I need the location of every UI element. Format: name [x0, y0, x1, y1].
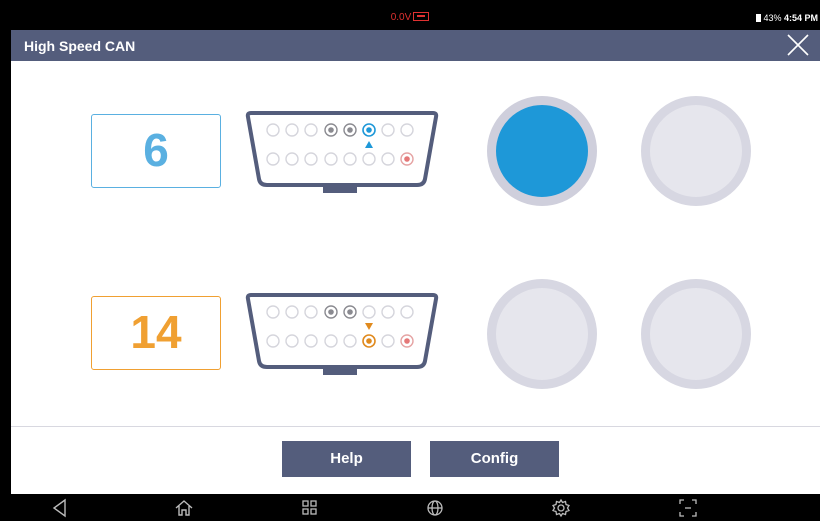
- voltage-value: 0.0V: [390, 12, 412, 23]
- signal-led-pin-14-low: [641, 279, 751, 389]
- obd-connector-pin-6: [245, 111, 439, 193]
- battery-icon: [756, 14, 762, 22]
- close-icon[interactable]: [786, 33, 810, 57]
- config-button[interactable]: Config: [430, 441, 559, 477]
- pin-number-6: 6: [91, 114, 221, 188]
- main-panel: 6 14 Help Config: [11, 61, 820, 494]
- home-icon[interactable]: [174, 498, 194, 518]
- system-tray: 43% 4:54 PM: [756, 13, 818, 23]
- battery-percent: 43%: [763, 13, 782, 23]
- obd-connector-pin-14: [245, 293, 439, 375]
- signal-led-pin-14-high: [487, 279, 597, 389]
- settings-icon[interactable]: [551, 498, 571, 518]
- window-title: High Speed CAN: [24, 38, 136, 54]
- browser-icon[interactable]: [425, 498, 445, 518]
- android-nav-bar: [0, 494, 820, 521]
- signal-led-pin-6-low: [641, 96, 751, 206]
- pin-number-14: 14: [91, 296, 221, 370]
- signal-led-pin-6-high: [487, 96, 597, 206]
- back-icon[interactable]: [50, 498, 70, 518]
- clock: 4:54 PM: [783, 13, 818, 23]
- divider: [11, 426, 820, 427]
- title-bar: High Speed CAN: [11, 30, 820, 61]
- screenshot-icon[interactable]: [678, 498, 698, 518]
- help-button[interactable]: Help: [282, 441, 411, 477]
- apps-icon[interactable]: [300, 498, 320, 518]
- status-bar: 0.0V 43% 4:54 PM: [0, 0, 820, 30]
- car-battery-icon: [413, 12, 430, 21]
- voltage-indicator: 0.0V: [0, 12, 820, 23]
